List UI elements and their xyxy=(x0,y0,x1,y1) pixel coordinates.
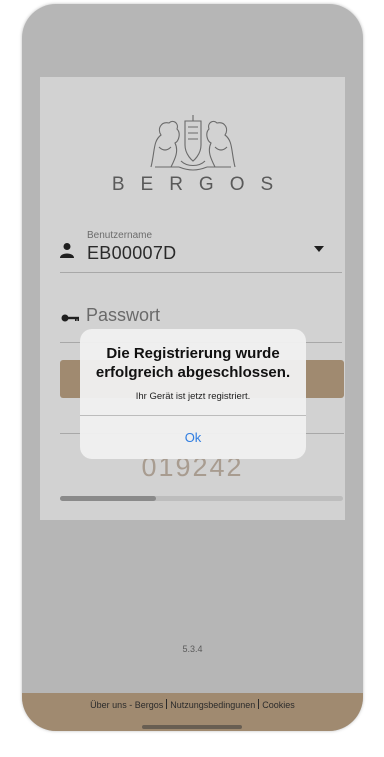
ok-button[interactable]: Ok xyxy=(80,416,306,459)
brand-name: BERGOS xyxy=(111,174,290,195)
footer-bar: Über uns - Bergos Nutzungsbedingunen Cooki… xyxy=(22,693,363,731)
username-value[interactable]: EB00007D xyxy=(87,243,176,264)
phone-screen: BERGOS Benutzername EB00007D Passwort 01… xyxy=(22,4,363,731)
app-version: 5.3.4 xyxy=(182,644,203,654)
about-link[interactable]: Über uns - Bergos xyxy=(90,700,163,710)
chevron-down-icon[interactable] xyxy=(314,246,324,252)
bergos-logo xyxy=(40,111,345,176)
footer-separator xyxy=(258,699,260,709)
alert-message: Ihr Gerät ist jetzt registriert. xyxy=(135,391,251,402)
username-label: Benutzername xyxy=(87,230,153,241)
registration-alert-dialog: Die Registrierung wurde erfolgreich abge… xyxy=(80,329,306,459)
code-timer-progress-fill xyxy=(60,496,157,501)
key-icon xyxy=(61,314,79,322)
cookies-link[interactable]: Cookies xyxy=(262,700,295,710)
user-icon xyxy=(60,243,74,258)
footer-links: Über uns - Bergos Nutzungsbedingunen Cooki… xyxy=(22,699,363,710)
password-input[interactable]: Passwort xyxy=(86,305,160,326)
home-indicator[interactable] xyxy=(142,725,242,729)
code-timer-progress xyxy=(60,496,343,501)
footer-separator xyxy=(166,699,168,709)
username-field[interactable]: Benutzername EB00007D xyxy=(60,222,342,273)
terms-link[interactable]: Nutzungsbedingunen xyxy=(170,700,255,710)
alert-title: Die Registrierung wurde erfolgreich abge… xyxy=(95,345,291,381)
